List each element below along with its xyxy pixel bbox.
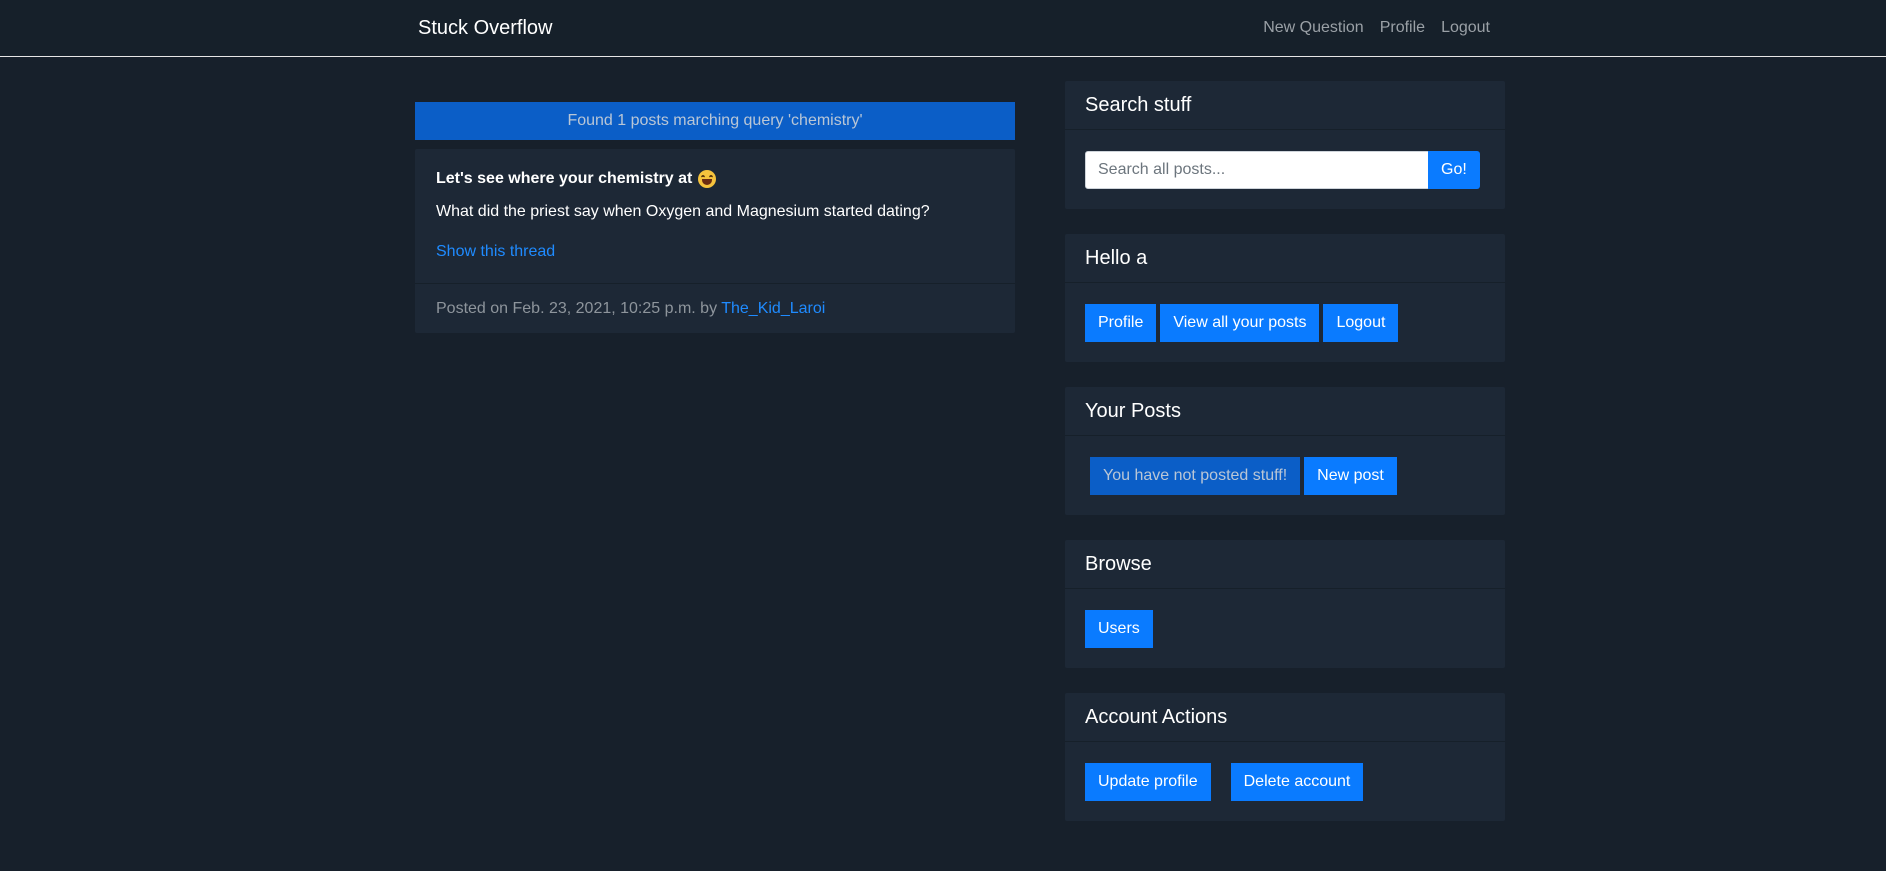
delete-account-button[interactable]: Delete account: [1230, 762, 1364, 801]
your-posts-card: Your Posts You have not posted stuff! Ne…: [1065, 387, 1505, 515]
view-all-posts-button[interactable]: View all your posts: [1160, 303, 1320, 342]
hello-card: Hello a Profile View all your posts Logo…: [1065, 234, 1505, 362]
search-card-title: Search stuff: [1065, 81, 1505, 130]
your-posts-title: Your Posts: [1065, 387, 1505, 436]
browse-title: Browse: [1065, 540, 1505, 589]
logout-button[interactable]: Logout: [1323, 303, 1399, 342]
users-button[interactable]: Users: [1085, 609, 1153, 648]
search-card-body: Go!: [1065, 130, 1505, 209]
post-title: Let's see where your chemistry at: [436, 169, 994, 188]
account-actions-body: Update profile Delete account: [1065, 742, 1505, 821]
new-post-button[interactable]: New post: [1304, 456, 1397, 495]
your-posts-body: You have not posted stuff! New post: [1065, 436, 1505, 515]
post-text: What did the priest say when Oxygen and …: [436, 203, 930, 220]
account-actions-title: Account Actions: [1065, 693, 1505, 742]
nav-profile[interactable]: Profile: [1380, 18, 1425, 37]
laughing-emoji-icon: [698, 169, 717, 188]
update-profile-button[interactable]: Update profile: [1085, 762, 1211, 801]
search-input[interactable]: [1085, 150, 1432, 189]
no-posts-notice: You have not posted stuff!: [1090, 456, 1301, 495]
post-footer: Posted on Feb. 23, 2021, 10:25 p.m. by T…: [415, 284, 1015, 333]
post-meta: Posted on Feb. 23, 2021, 10:25 p.m. by: [436, 300, 718, 317]
post-author-link[interactable]: The_Kid_Laroi: [721, 300, 825, 317]
navbar: Stuck Overflow New Question Profile Logo…: [0, 0, 1886, 57]
nav-links: New Question Profile Logout: [1263, 18, 1490, 37]
profile-button[interactable]: Profile: [1085, 303, 1157, 342]
post-card: Let's see where your chemistry at What d…: [415, 149, 1015, 333]
hello-card-title: Hello a: [1065, 234, 1505, 283]
post-body: Let's see where your chemistry at What d…: [415, 149, 1015, 284]
search-card: Search stuff Go!: [1065, 81, 1505, 209]
post-title-text: Let's see where your chemistry at: [436, 170, 693, 187]
search-results-banner: Found 1 posts marching query 'chemistry': [415, 102, 1015, 140]
nav-logout[interactable]: Logout: [1441, 18, 1490, 37]
account-actions-card: Account Actions Update profile Delete ac…: [1065, 693, 1505, 821]
browse-card: Browse Users: [1065, 540, 1505, 668]
nav-new-question[interactable]: New Question: [1263, 18, 1364, 37]
hello-card-body: Profile View all your posts Logout: [1065, 283, 1505, 362]
show-thread-link[interactable]: Show this thread: [436, 242, 555, 261]
brand-link[interactable]: Stuck Overflow: [418, 16, 552, 40]
browse-body: Users: [1065, 589, 1505, 668]
search-go-button[interactable]: Go!: [1428, 150, 1480, 189]
